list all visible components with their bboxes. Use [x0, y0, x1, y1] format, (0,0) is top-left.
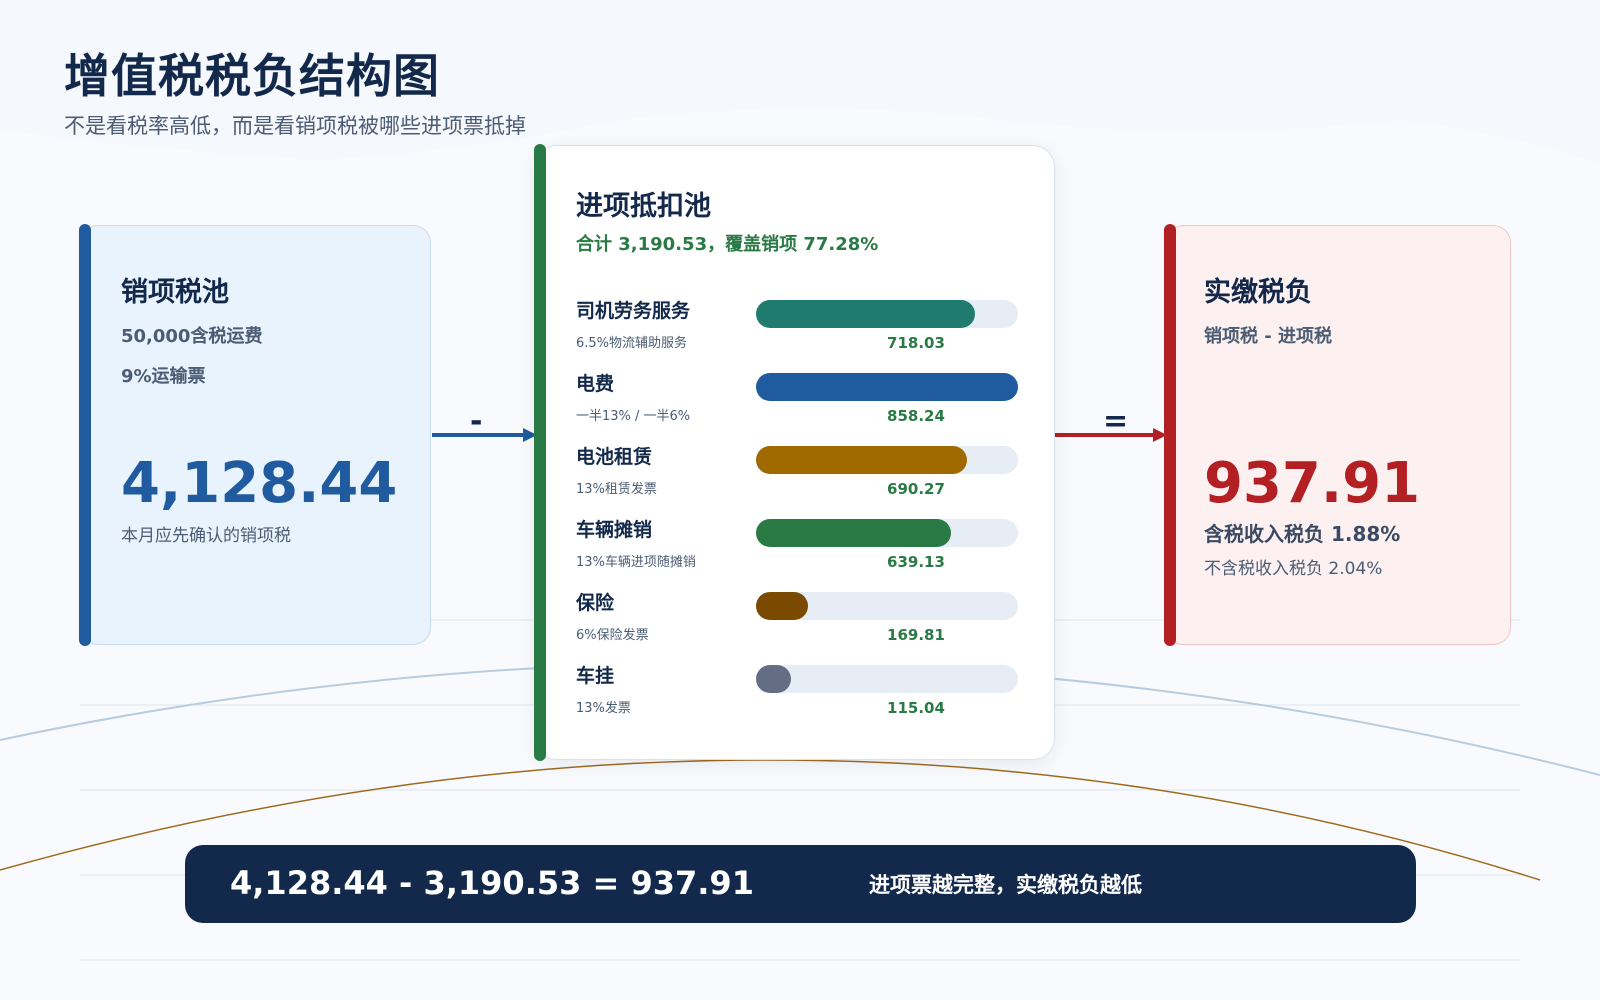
summary-note: 进项票越完整，实缴税负越低: [869, 873, 1142, 897]
input-item-note: 6.5%物流辅助服务: [576, 336, 688, 351]
card-accent: [1164, 224, 1176, 646]
page-subtitle: 不是看税率高低，而是看销项税被哪些进项票抵掉: [64, 114, 526, 138]
header: 增值税税负结构图 不是看税率高低，而是看销项税被哪些进项票抵掉: [64, 44, 526, 140]
input-bar-fill: [756, 592, 808, 620]
input-bar-track: [756, 446, 1018, 474]
equals-operator: =: [1103, 404, 1129, 439]
input-item-value: 639.13: [887, 553, 945, 571]
card-accent: [534, 144, 546, 761]
minus-operator: -: [470, 404, 483, 439]
input-item-value: 115.04: [887, 699, 945, 717]
input-item-name: 保险: [576, 592, 615, 614]
input-bar-track: [756, 519, 1018, 547]
output-tax-card: 销项税池 50,000含税运费 9%运输票 4,128.44 本月应先确认的销项…: [79, 224, 431, 646]
tax-payable-title: 实缴税负: [1204, 277, 1312, 308]
input-item-name: 电池租赁: [576, 446, 653, 468]
input-item-name: 车挂: [576, 665, 615, 687]
output-tax-caption: 本月应先确认的销项税: [121, 526, 291, 546]
input-item-value: 690.27: [887, 480, 945, 498]
input-item-note: 6%保险发票: [576, 628, 649, 643]
input-bar-track: [756, 665, 1018, 693]
summary-bar: 4,128.44 - 3,190.53 = 937.91 进项票越完整，实缴税负…: [185, 845, 1416, 923]
input-item: 车辆摊销 13%车辆进项随摊销 639.13: [576, 515, 1018, 575]
input-item-note: 一半13% / 一半6%: [576, 409, 691, 424]
input-item-value: 169.81: [887, 626, 945, 644]
input-item: 电费 一半13% / 一半6% 858.24: [576, 369, 1018, 429]
input-item: 车挂 13%发票 115.04: [576, 661, 1018, 721]
input-bar-track: [756, 373, 1018, 401]
input-item-value: 718.03: [887, 334, 945, 352]
page-title: 增值税税负结构图: [64, 49, 440, 103]
input-item-value: 858.24: [887, 407, 945, 425]
output-tax-line2: 9%运输票: [121, 366, 206, 387]
tax-rate-incl: 含税收入税负 1.88%: [1204, 522, 1401, 546]
input-bar-fill: [756, 446, 967, 474]
output-tax-title: 销项税池: [121, 277, 229, 308]
input-bar-track: [756, 300, 1018, 328]
input-item: 司机劳务服务 6.5%物流辅助服务 718.03: [576, 296, 1018, 356]
input-item-note: 13%车辆进项随摊销: [576, 555, 696, 570]
tax-rate-excl: 不含税收入税负 2.04%: [1204, 559, 1383, 579]
input-bar-fill: [756, 519, 951, 547]
tax-payable-card: 实缴税负 销项税 - 进项税 937.91 含税收入税负 1.88% 不含税收入…: [1164, 224, 1511, 646]
input-item-name: 司机劳务服务: [576, 300, 691, 322]
tax-payable-formula: 销项税 - 进项税: [1204, 326, 1333, 347]
input-bar-track: [756, 592, 1018, 620]
output-tax-line1: 50,000含税运费: [121, 326, 263, 347]
output-tax-amount: 4,128.44: [121, 451, 398, 516]
input-item-note: 13%发票: [576, 701, 631, 716]
input-tax-card: 进项抵扣池 合计 3,190.53，覆盖销项 77.28% 司机劳务服务 6.5…: [534, 144, 1055, 761]
input-bar-fill: [756, 373, 1018, 401]
input-item-note: 13%租赁发票: [576, 482, 657, 497]
input-item-name: 电费: [576, 373, 615, 395]
card-accent: [79, 224, 91, 646]
tax-payable-amount: 937.91: [1204, 451, 1421, 516]
input-item: 保险 6%保险发票 169.81: [576, 588, 1018, 648]
input-item: 电池租赁 13%租赁发票 690.27: [576, 442, 1018, 502]
summary-equation: 4,128.44 - 3,190.53 = 937.91: [230, 864, 754, 902]
input-bar-fill: [756, 665, 791, 693]
input-tax-summary: 合计 3,190.53，覆盖销项 77.28%: [576, 234, 879, 255]
input-tax-title: 进项抵扣池: [576, 191, 711, 222]
input-bar-fill: [756, 300, 975, 328]
input-item-name: 车辆摊销: [576, 519, 653, 541]
